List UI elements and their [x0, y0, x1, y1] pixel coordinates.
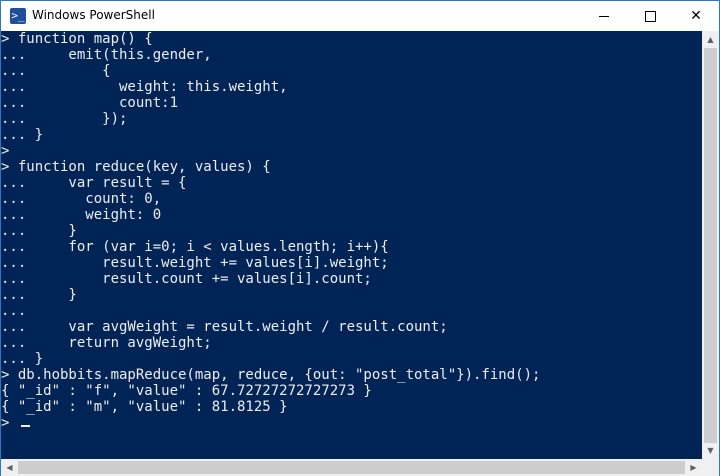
prompt-text: > [1, 415, 10, 431]
console-line: ... var result = { [1, 175, 187, 191]
minimize-button[interactable] [581, 1, 627, 31]
text-cursor [21, 425, 31, 427]
console-line: > [1, 143, 10, 159]
minimize-icon [599, 15, 609, 17]
console-line: ... result.weight += values[i].weight; [1, 255, 389, 271]
console-line: > function reduce(key, values) { [1, 159, 271, 175]
vertical-scrollbar[interactable]: ▲ ▼ [702, 31, 719, 459]
horizontal-scroll-thumb[interactable] [18, 461, 685, 474]
console-line: ... [1, 303, 27, 319]
vertical-scroll-thumb[interactable] [704, 48, 717, 443]
console-line: > function map() { [1, 31, 153, 47]
close-button[interactable]: ✕ [673, 1, 719, 31]
console-line: ... count:1 [1, 95, 179, 111]
console-line: ... return avgWeight; [1, 335, 212, 351]
console-line: ... weight: this.weight, [1, 79, 288, 95]
window-title: Windows PowerShell [32, 8, 155, 22]
console-line: ... count: 0, [1, 191, 162, 207]
scroll-right-icon[interactable]: ▶ [685, 459, 702, 476]
scroll-down-icon[interactable]: ▼ [702, 442, 719, 459]
close-icon: ✕ [690, 8, 702, 24]
console-line: ... { [1, 63, 111, 79]
title-bar[interactable]: >_ Windows PowerShell ✕ [1, 1, 719, 31]
console-line: > [1, 415, 540, 431]
console-line: { "_id" : "f", "value" : 67.727272727272… [1, 383, 372, 399]
console-line: ... emit(this.gender, [1, 47, 212, 63]
console-line: ... } [1, 127, 44, 143]
console-line: ... var avgWeight = result.weight / resu… [1, 319, 448, 335]
maximize-button[interactable] [627, 1, 673, 31]
console-line: ... } [1, 287, 77, 303]
console-area[interactable]: > function map() {... emit(this.gender,.… [1, 31, 702, 459]
maximize-icon [644, 10, 656, 22]
powershell-icon[interactable]: >_ [10, 8, 26, 24]
console-line: ... }); [1, 111, 128, 127]
scrollbar-corner [702, 459, 719, 476]
console-output: > function map() {... emit(this.gender,.… [1, 31, 540, 431]
console-line: > db.hobbits.mapReduce(map, reduce, {out… [1, 367, 541, 383]
scroll-up-icon[interactable]: ▲ [702, 31, 719, 48]
console-line: { "_id" : "m", "value" : 81.8125 } [1, 399, 288, 415]
powershell-window: >_ Windows PowerShell ✕ > function map()… [0, 0, 720, 476]
console-line: ... weight: 0 [1, 207, 162, 223]
console-line: ... } [1, 351, 44, 367]
horizontal-scrollbar[interactable]: ◀ ▶ [1, 459, 702, 476]
console-line: ... for (var i=0; i < values.length; i++… [1, 239, 389, 255]
scroll-left-icon[interactable]: ◀ [1, 459, 18, 476]
console-line: ... result.count += values[i].count; [1, 271, 372, 287]
console-line: ... } [1, 223, 77, 239]
